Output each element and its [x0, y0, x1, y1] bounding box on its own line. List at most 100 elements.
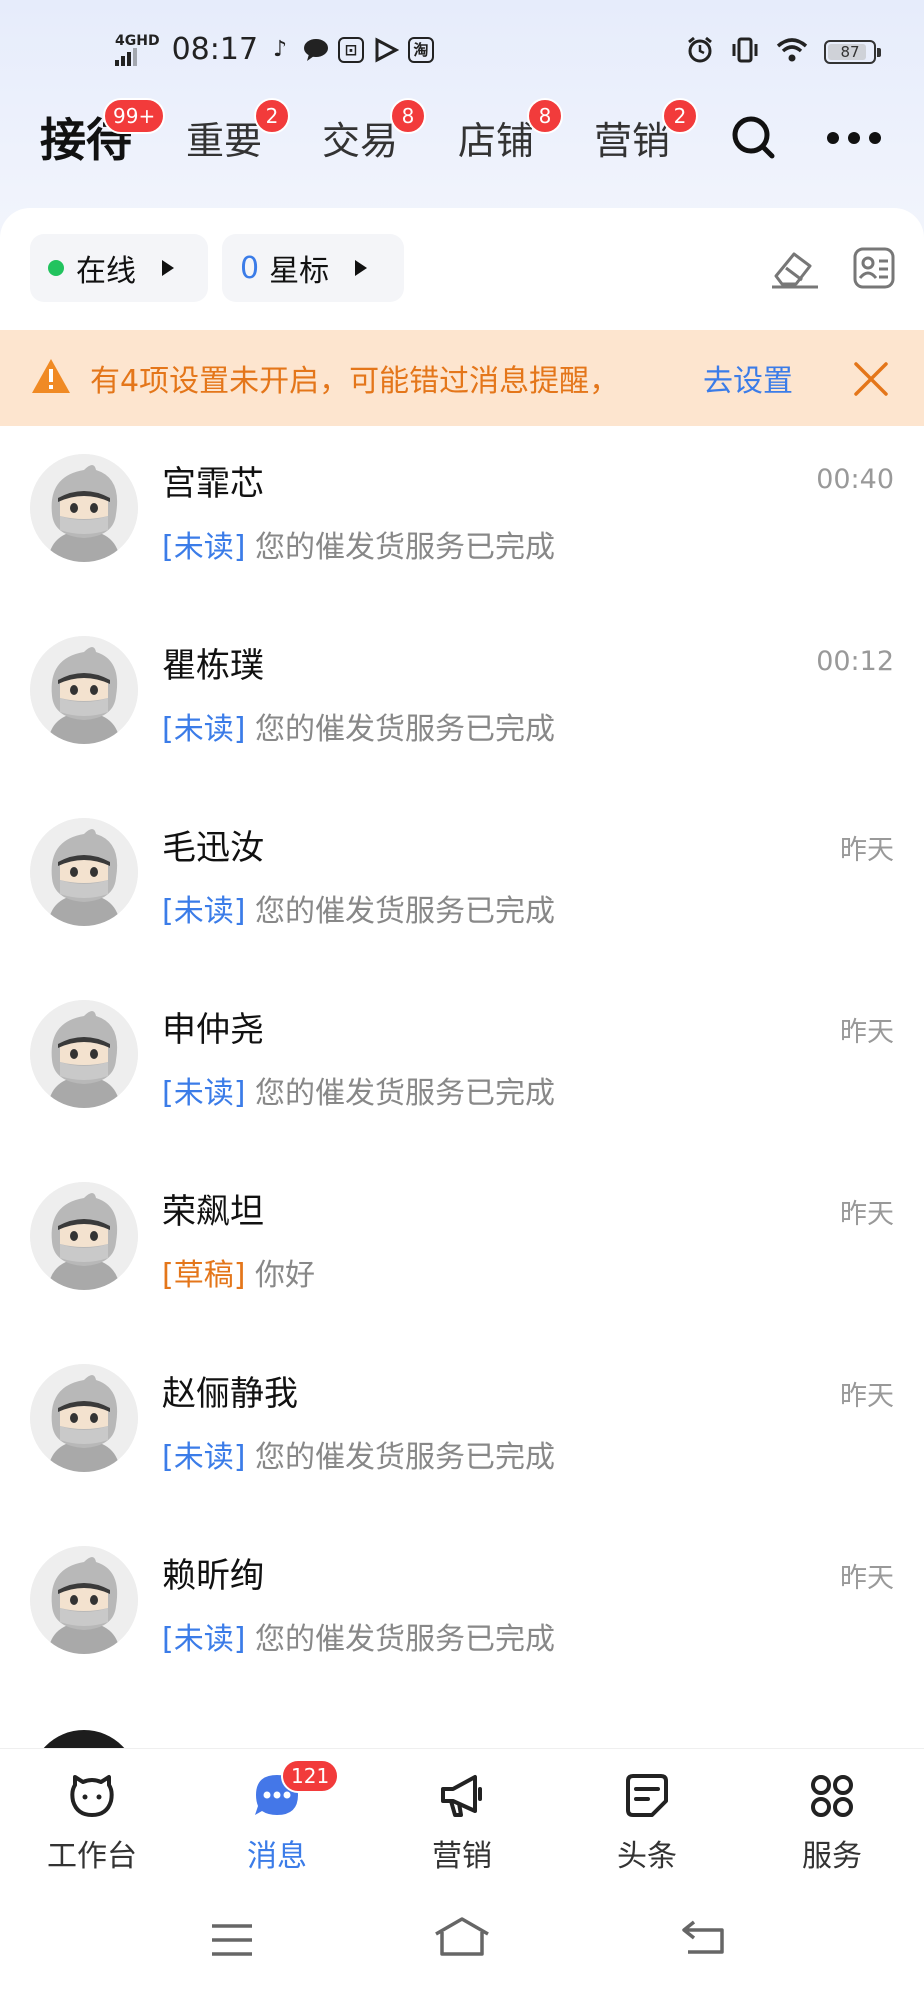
contact-card-icon[interactable]: [852, 246, 896, 294]
warning-icon: [30, 357, 72, 399]
tab-trade[interactable]: 交易: [322, 110, 398, 165]
status-bar: 4GHD 08:17 ♪ ⊡ 淘 87: [0, 22, 924, 82]
avatar[interactable]: [30, 1000, 138, 1108]
menu-icon[interactable]: [210, 1922, 254, 1962]
conversation-row[interactable]: 宫霏芯 00:40 [未读] 您的催发货服务已完成: [0, 426, 924, 608]
alarm-icon: [686, 36, 714, 68]
nav-marketing[interactable]: 营销: [370, 1749, 554, 1889]
message-status-tag: [未读]: [162, 894, 246, 929]
conversation-row[interactable]: 瞿栋璞 00:12 [未读] 您的催发货服务已完成: [0, 608, 924, 790]
wifi-icon: [776, 37, 808, 67]
tab-label: 重要: [186, 119, 263, 163]
avatar[interactable]: [30, 818, 138, 926]
online-status-selector[interactable]: 在线: [30, 234, 208, 302]
avatar[interactable]: [30, 454, 138, 562]
message-time: 昨天: [840, 1563, 894, 1594]
message-time: 昨天: [840, 1381, 894, 1412]
tab-marketing[interactable]: 营销: [594, 110, 670, 165]
message-preview: [未读] 您的催发货服务已完成: [162, 1432, 555, 1476]
tiktok-icon: ♪: [273, 37, 288, 62]
avatar: [30, 1730, 138, 1748]
message-status-tag: [未读]: [162, 1440, 246, 1475]
conversation-row[interactable]: 毛迅汝 昨天 [未读] 您的催发货服务已完成: [0, 790, 924, 972]
tab-label: 营销: [594, 119, 671, 163]
message-preview: [未读] 您的催发货服务已完成: [162, 886, 555, 930]
vibrate-icon: [730, 36, 760, 68]
tab-store[interactable]: 店铺: [458, 110, 534, 165]
star-label: 星标: [269, 254, 330, 289]
back-icon[interactable]: [680, 1918, 728, 1960]
message-status-tag: [未读]: [162, 1076, 246, 1111]
triangle-right-icon: [162, 260, 174, 276]
message-preview: [未读] 您的催发货服务已完成: [162, 1614, 555, 1658]
message-preview: [草稿] 你好: [162, 1250, 315, 1294]
message-time: 昨天: [840, 835, 894, 866]
signal-bars-icon: [115, 47, 137, 66]
notice-text: 有4项设置未开启，可能错过消息提醒，: [90, 364, 620, 399]
nav-label: 工作台: [47, 1839, 137, 1874]
contact-name: 赵俪静我: [162, 1374, 298, 1414]
star-count: 0: [240, 250, 260, 286]
eraser-icon[interactable]: [770, 246, 820, 294]
message-status-tag: [未读]: [162, 530, 246, 565]
avatar[interactable]: [30, 1182, 138, 1290]
preview-text: 您的催发货服务已完成: [254, 1622, 555, 1657]
online-label: 在线: [76, 254, 136, 289]
message-time: 昨天: [840, 1199, 894, 1230]
top-tab-bar: 接待 99+ 重要 2 交易 8 店铺 8 营销 2: [0, 98, 924, 180]
tab-badge: 8: [527, 98, 563, 134]
message-preview: [未读] 您的催发货服务已完成: [162, 704, 555, 748]
avatar[interactable]: [30, 1546, 138, 1654]
tab-label: 交易: [322, 119, 399, 163]
tab-important[interactable]: 重要: [186, 110, 262, 165]
clock: 08:17: [171, 32, 259, 67]
nav-messages[interactable]: 121 消息: [185, 1749, 369, 1889]
avatar[interactable]: [30, 636, 138, 744]
conversation-row[interactable]: 赖昕绚 昨天 [未读] 您的催发货服务已完成: [0, 1518, 924, 1700]
network-type: 4GHD: [115, 32, 160, 49]
contact-name: 瞿栋璞: [162, 646, 264, 686]
contact-name: 赖昕绚: [162, 1556, 264, 1596]
tab-badge: 2: [254, 98, 290, 134]
conversation-row[interactable]: 赵俪静我 昨天 [未读] 您的催发货服务已完成: [0, 1336, 924, 1518]
go-settings-link[interactable]: 去设置: [703, 356, 793, 400]
preview-text: 您的催发货服务已完成: [254, 712, 555, 747]
triangle-right-icon: [355, 260, 368, 276]
nav-services[interactable]: 服务: [740, 1749, 924, 1889]
play-app-icon: [372, 36, 400, 64]
megaphone-icon: [437, 1771, 487, 1821]
star-filter[interactable]: 0 星标: [222, 234, 404, 302]
contact-name: 毛迅汝: [162, 828, 264, 868]
tab-label: 店铺: [458, 119, 535, 163]
services-grid-icon: [807, 1771, 857, 1821]
message-count-badge: 121: [281, 1759, 340, 1793]
nav-headlines[interactable]: 头条: [555, 1749, 739, 1889]
message-preview: [未读] 您的催发货服务已完成: [162, 522, 555, 566]
message-time: 昨天: [840, 1017, 894, 1048]
battery-icon: 87: [824, 40, 881, 64]
workbench-icon: [67, 1771, 117, 1821]
preview-text: 您的催发货服务已完成: [254, 530, 555, 565]
avatar[interactable]: [30, 1364, 138, 1472]
online-dot-icon: [48, 260, 64, 276]
search-icon[interactable]: [730, 114, 776, 164]
contact-name: 申仲尧: [162, 1010, 264, 1050]
nav-workbench[interactable]: 工作台: [0, 1749, 184, 1889]
taobao-icon: 淘: [408, 36, 435, 63]
conversation-row[interactable]: 荣飙坦 昨天 [草稿] 你好: [0, 1154, 924, 1336]
conversation-row[interactable]: 申仲尧 昨天 [未读] 您的催发货服务已完成: [0, 972, 924, 1154]
preview-text: 你好: [254, 1258, 315, 1293]
contact-name: 荣飙坦: [162, 1192, 264, 1232]
message-status-tag: [未读]: [162, 1622, 246, 1657]
preview-text: 您的催发货服务已完成: [254, 894, 555, 929]
preview-text: 您的催发货服务已完成: [254, 1440, 555, 1475]
nav-label: 服务: [802, 1839, 862, 1874]
home-icon[interactable]: [432, 1916, 492, 1962]
more-icon[interactable]: [826, 130, 882, 149]
close-icon[interactable]: [852, 360, 890, 402]
message-time: 00:40: [816, 464, 894, 495]
preview-text: 您的催发货服务已完成: [254, 1076, 555, 1111]
message-time: 00:12: [816, 646, 894, 677]
nav-label: 营销: [432, 1839, 492, 1874]
nav-label: 消息: [247, 1839, 307, 1874]
